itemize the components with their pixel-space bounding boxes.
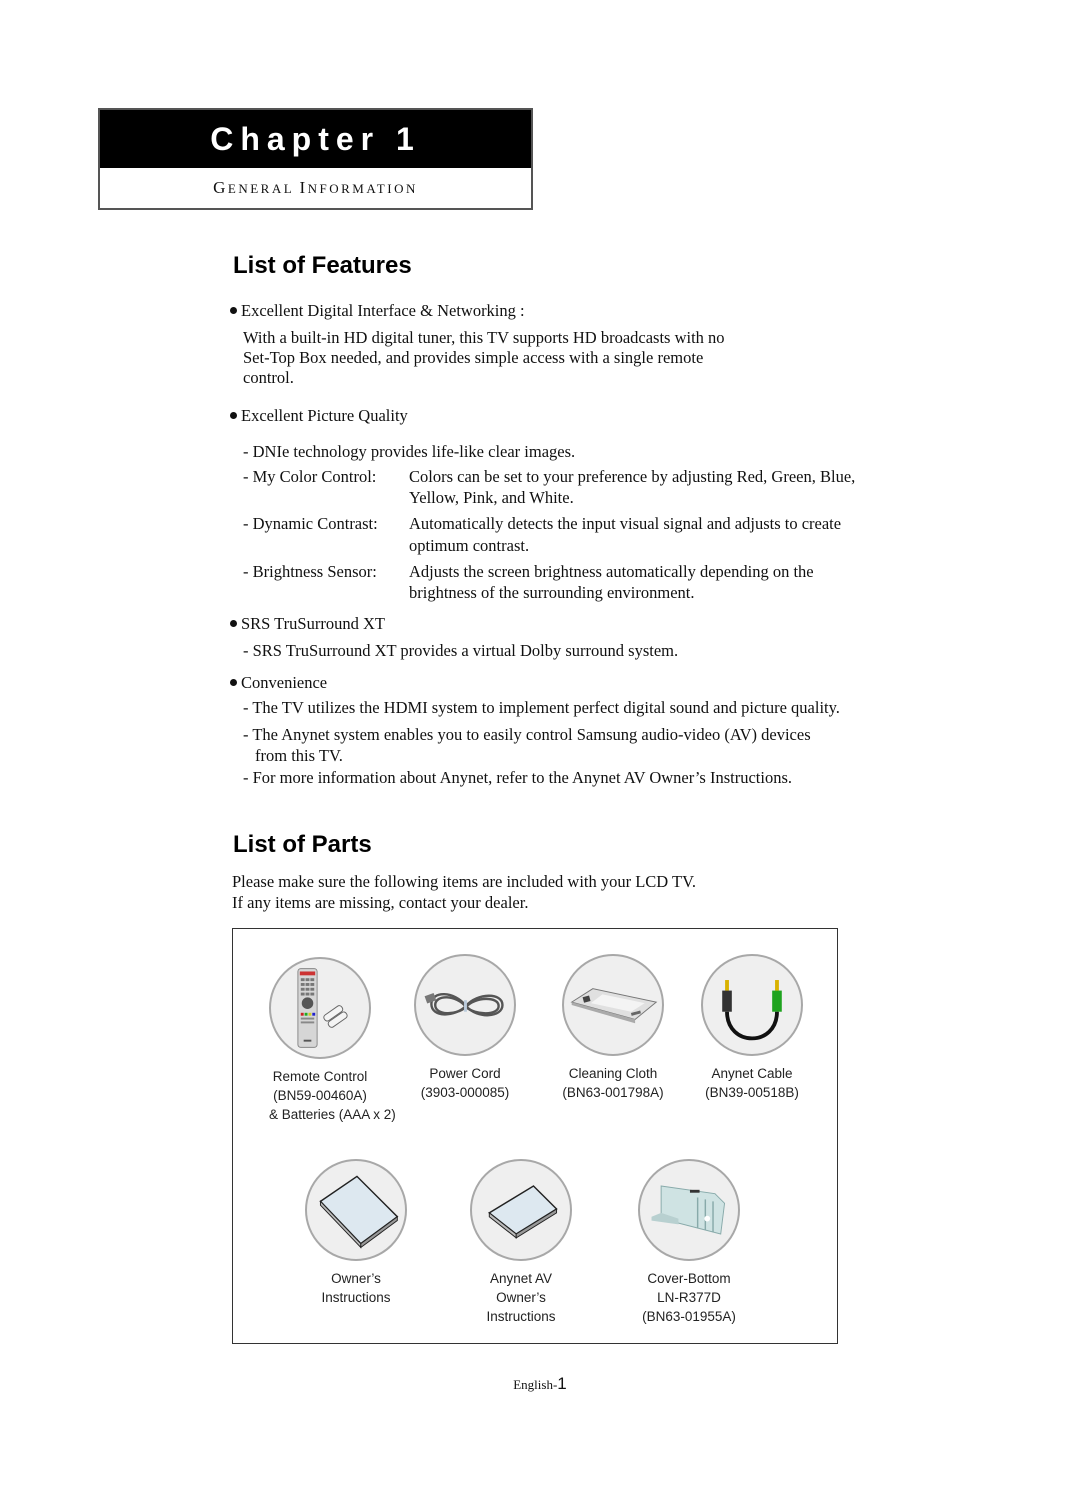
part-code: (BN39-00518B)	[705, 1085, 799, 1100]
feature-sub-desc: Colors can be set to your preference by …	[409, 467, 856, 486]
feature-sub-desc: optimum contrast.	[409, 536, 530, 555]
part-label: Anynet Cable (BN39-00518B)	[701, 1064, 803, 1102]
feature-sub-desc: brightness of the surrounding environmen…	[409, 583, 695, 602]
parts-intro-line: If any items are missing, contact your d…	[232, 893, 529, 912]
subtitle-initial-g: G	[213, 178, 228, 197]
feature-sub-line: - For more information about Anynet, ref…	[243, 768, 792, 787]
part-remote-control: Remote Control (BN59-00460A) & Batteries…	[269, 957, 396, 1124]
feature-sub-line: from this TV.	[255, 746, 343, 765]
part-code: (3903-000085)	[420, 1085, 510, 1100]
part-code: (BN63-001798A)	[562, 1085, 664, 1100]
part-cover-bottom: Cover-Bottom LN-R377D (BN63-01955A)	[638, 1159, 740, 1326]
part-model: LN-R377D	[657, 1290, 721, 1305]
part-label: Owner’s Instructions	[305, 1269, 407, 1307]
parts-heading: List of Parts	[233, 831, 372, 858]
features-heading: List of Features	[233, 252, 412, 279]
part-cleaning-cloth: Cleaning Cloth (BN63-001798A)	[562, 954, 664, 1102]
anynet-av-manual-icon	[470, 1159, 572, 1261]
remote-control-icon	[269, 957, 371, 1059]
subtitle-initial-i: I	[299, 178, 308, 197]
feature-bullet-convenience: Convenience	[230, 673, 327, 693]
part-anynet-av-instructions: Anynet AV Owner’s Instructions	[470, 1159, 572, 1326]
feature-bullet-picture-quality: Excellent Picture Quality	[230, 406, 408, 426]
feature-sub-term: - Brightness Sensor:	[243, 562, 377, 581]
subtitle-part-1: ENERAL	[227, 181, 300, 196]
chapter-title-bar: Chapter 1	[100, 110, 531, 168]
power-cord-icon	[414, 954, 516, 1056]
part-code: (BN59-00460A)	[273, 1088, 367, 1103]
part-label: Cover-Bottom LN-R377D (BN63-01955A)	[638, 1269, 740, 1326]
feature-sub-line: - The Anynet system enables you to easil…	[243, 725, 811, 744]
part-owners-instructions: Owner’s Instructions	[305, 1159, 407, 1307]
feature-sub-term: - Dynamic Contrast:	[243, 514, 378, 533]
feature-bullet-srs: SRS TruSurround XT	[230, 614, 385, 634]
part-extra: & Batteries (AAA x 2)	[269, 1107, 396, 1122]
feature-sub-desc: Adjusts the screen brightness automatica…	[409, 562, 814, 581]
feature-bullet-digital-interface: Excellent Digital Interface & Networking…	[230, 301, 525, 321]
feature-sub-line: - The TV utilizes the HDMI system to imp…	[243, 698, 840, 717]
feature-para-line: With a built-in HD digital tuner, this T…	[243, 328, 725, 347]
footer-language: English-	[513, 1377, 558, 1392]
part-label: Cleaning Cloth (BN63-001798A)	[562, 1064, 664, 1102]
chapter-subtitle: GENERAL INFORMATION	[213, 178, 418, 198]
part-name: Cover-Bottom	[647, 1271, 731, 1286]
feature-sub-line: - SRS TruSurround XT provides a virtual …	[243, 641, 679, 660]
parts-box: Remote Control (BN59-00460A) & Batteries…	[232, 928, 838, 1344]
cover-bottom-icon	[638, 1159, 740, 1261]
cleaning-cloth-icon	[562, 954, 664, 1056]
feature-sub-dnie: - DNIe technology provides life-like cle…	[243, 442, 576, 461]
part-anynet-cable: Anynet Cable (BN39-00518B)	[701, 954, 803, 1102]
subtitle-part-2: NFORMATION	[307, 181, 418, 196]
feature-sub-desc: Automatically detects the input visual s…	[409, 514, 842, 533]
anynet-cable-icon	[701, 954, 803, 1056]
page-number: 1	[557, 1374, 567, 1393]
part-name-3: Instructions	[486, 1309, 556, 1324]
part-name: Anynet Cable	[711, 1066, 793, 1081]
feature-sub-term: - My Color Control:	[243, 467, 377, 486]
part-label: Remote Control (BN59-00460A) & Batteries…	[269, 1067, 396, 1124]
part-name: Cleaning Cloth	[568, 1066, 658, 1081]
part-code: (BN63-01955A)	[642, 1309, 736, 1324]
feature-para-line: control.	[243, 368, 294, 387]
feature-sub-desc: Yellow, Pink, and White.	[409, 488, 574, 507]
part-name: Remote Control	[272, 1069, 368, 1084]
owners-instructions-icon	[305, 1159, 407, 1261]
page-footer: English-1	[0, 1374, 1080, 1394]
part-name: Anynet AV	[489, 1271, 553, 1286]
part-power-cord: Power Cord (3903-000085)	[414, 954, 516, 1102]
part-label: Power Cord (3903-000085)	[414, 1064, 516, 1102]
part-name: Power Cord	[429, 1066, 501, 1081]
part-name: Owner’s	[331, 1271, 381, 1286]
chapter-subtitle-bar: GENERAL INFORMATION	[100, 168, 531, 208]
chapter-title: Chapter 1	[210, 120, 421, 157]
feature-para-line: Set-Top Box needed, and provides simple …	[243, 348, 704, 367]
part-name-2: Owner’s	[496, 1290, 546, 1305]
part-label: Anynet AV Owner’s Instructions	[470, 1269, 572, 1326]
part-name-2: Instructions	[321, 1290, 391, 1305]
parts-intro-line: Please make sure the following items are…	[232, 872, 697, 891]
chapter-header-box: Chapter 1 GENERAL INFORMATION	[98, 108, 533, 210]
